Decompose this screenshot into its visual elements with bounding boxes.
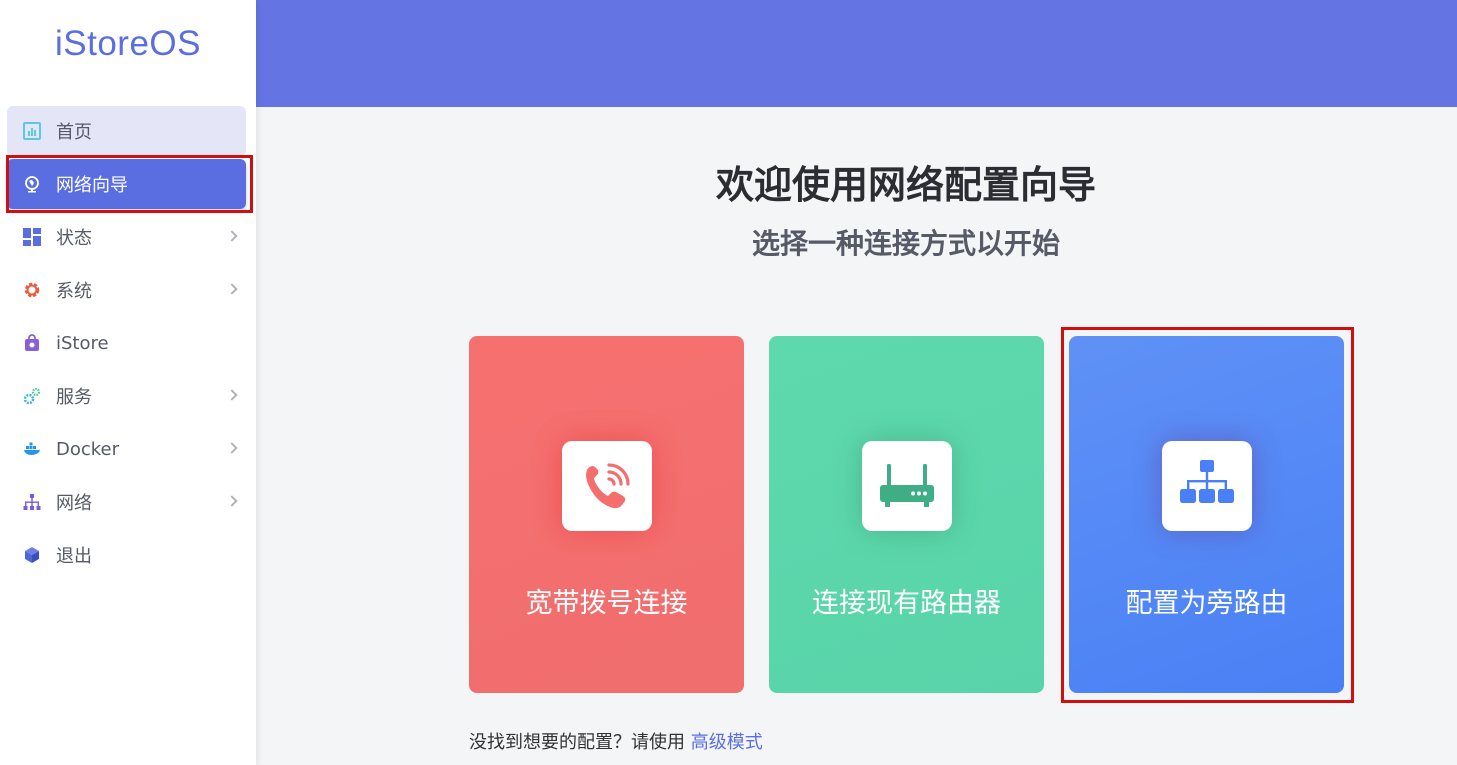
sidebar-menu: 首页 网络向导 状态 系统 iStore 服务 Docker 网络 退出 bbox=[0, 106, 256, 583]
sidebar-item-label: 服务 bbox=[56, 387, 92, 408]
sidebar-item-home[interactable]: 首页 bbox=[7, 106, 246, 156]
sidebar-item-label: Docker bbox=[56, 438, 120, 460]
card-label: 配置为旁路由 bbox=[1125, 588, 1288, 619]
cube-icon bbox=[23, 546, 41, 564]
globe-icon bbox=[23, 175, 41, 193]
sidebar-item-istore[interactable]: iStore bbox=[7, 318, 246, 368]
card-existing-router[interactable]: 连接现有路由器 bbox=[769, 336, 1044, 693]
sidebar-item-system[interactable]: 系统 bbox=[7, 265, 246, 315]
footer-hint: 没找到想要的配置？请使用 高级模式 bbox=[469, 728, 763, 754]
footer-prefix: 没找到想要的配置？请使用 bbox=[469, 732, 685, 753]
sidebar-item-label: 网络 bbox=[56, 493, 92, 514]
icon-tile bbox=[862, 441, 952, 531]
cogs-icon bbox=[23, 387, 41, 405]
sidebar-item-label: 网络向导 bbox=[56, 175, 128, 196]
wizard-header: 欢迎使用网络配置向导 选择一种连接方式以开始 bbox=[456, 158, 1356, 264]
icon-tile bbox=[562, 441, 652, 531]
sidebar-item-docker[interactable]: Docker bbox=[7, 424, 246, 474]
store-bag-icon bbox=[23, 334, 41, 352]
network-icon bbox=[23, 493, 41, 511]
sidebar-item-logout[interactable]: 退出 bbox=[7, 530, 246, 580]
sidebar-item-services[interactable]: 服务 bbox=[7, 371, 246, 421]
phone-icon bbox=[586, 463, 630, 509]
page-subtitle: 选择一种连接方式以开始 bbox=[751, 227, 1060, 260]
sidebar-item-label: 退出 bbox=[56, 546, 92, 567]
top-banner bbox=[256, 0, 1457, 107]
sidebar-item-label: iStore bbox=[56, 332, 109, 354]
gear-icon bbox=[23, 281, 41, 299]
sidebar-item-label: 状态 bbox=[56, 228, 92, 249]
chart-icon bbox=[23, 122, 41, 140]
page-title: 欢迎使用网络配置向导 bbox=[715, 163, 1096, 207]
icon-tile bbox=[1162, 441, 1252, 531]
sitemap-icon bbox=[1180, 460, 1234, 503]
card-pppoe[interactable]: 宽带拨号连接 bbox=[469, 336, 744, 693]
app-logo[interactable]: iStoreOS bbox=[0, 24, 256, 64]
docker-icon bbox=[23, 440, 41, 458]
dashboard-icon bbox=[23, 228, 41, 246]
card-label: 宽带拨号连接 bbox=[525, 588, 688, 619]
advanced-mode-link[interactable]: 高级模式 bbox=[691, 732, 763, 753]
sidebar-item-label: 首页 bbox=[56, 122, 92, 143]
card-label: 连接现有路由器 bbox=[812, 588, 1001, 619]
sidebar-item-label: 系统 bbox=[56, 281, 92, 302]
router-icon bbox=[880, 464, 934, 507]
sidebar: iStoreOS 首页 网络向导 状态 系统 iStore 服务 Docker … bbox=[0, 0, 256, 765]
app-root: iStoreOS 首页 网络向导 状态 系统 iStore 服务 Docker … bbox=[0, 0, 1457, 765]
sidebar-item-status[interactable]: 状态 bbox=[7, 212, 246, 262]
sidebar-item-network-wizard[interactable]: 网络向导 bbox=[7, 159, 246, 209]
sidebar-item-network[interactable]: 网络 bbox=[7, 477, 246, 527]
card-bypass-router[interactable]: 配置为旁路由 bbox=[1069, 336, 1344, 693]
